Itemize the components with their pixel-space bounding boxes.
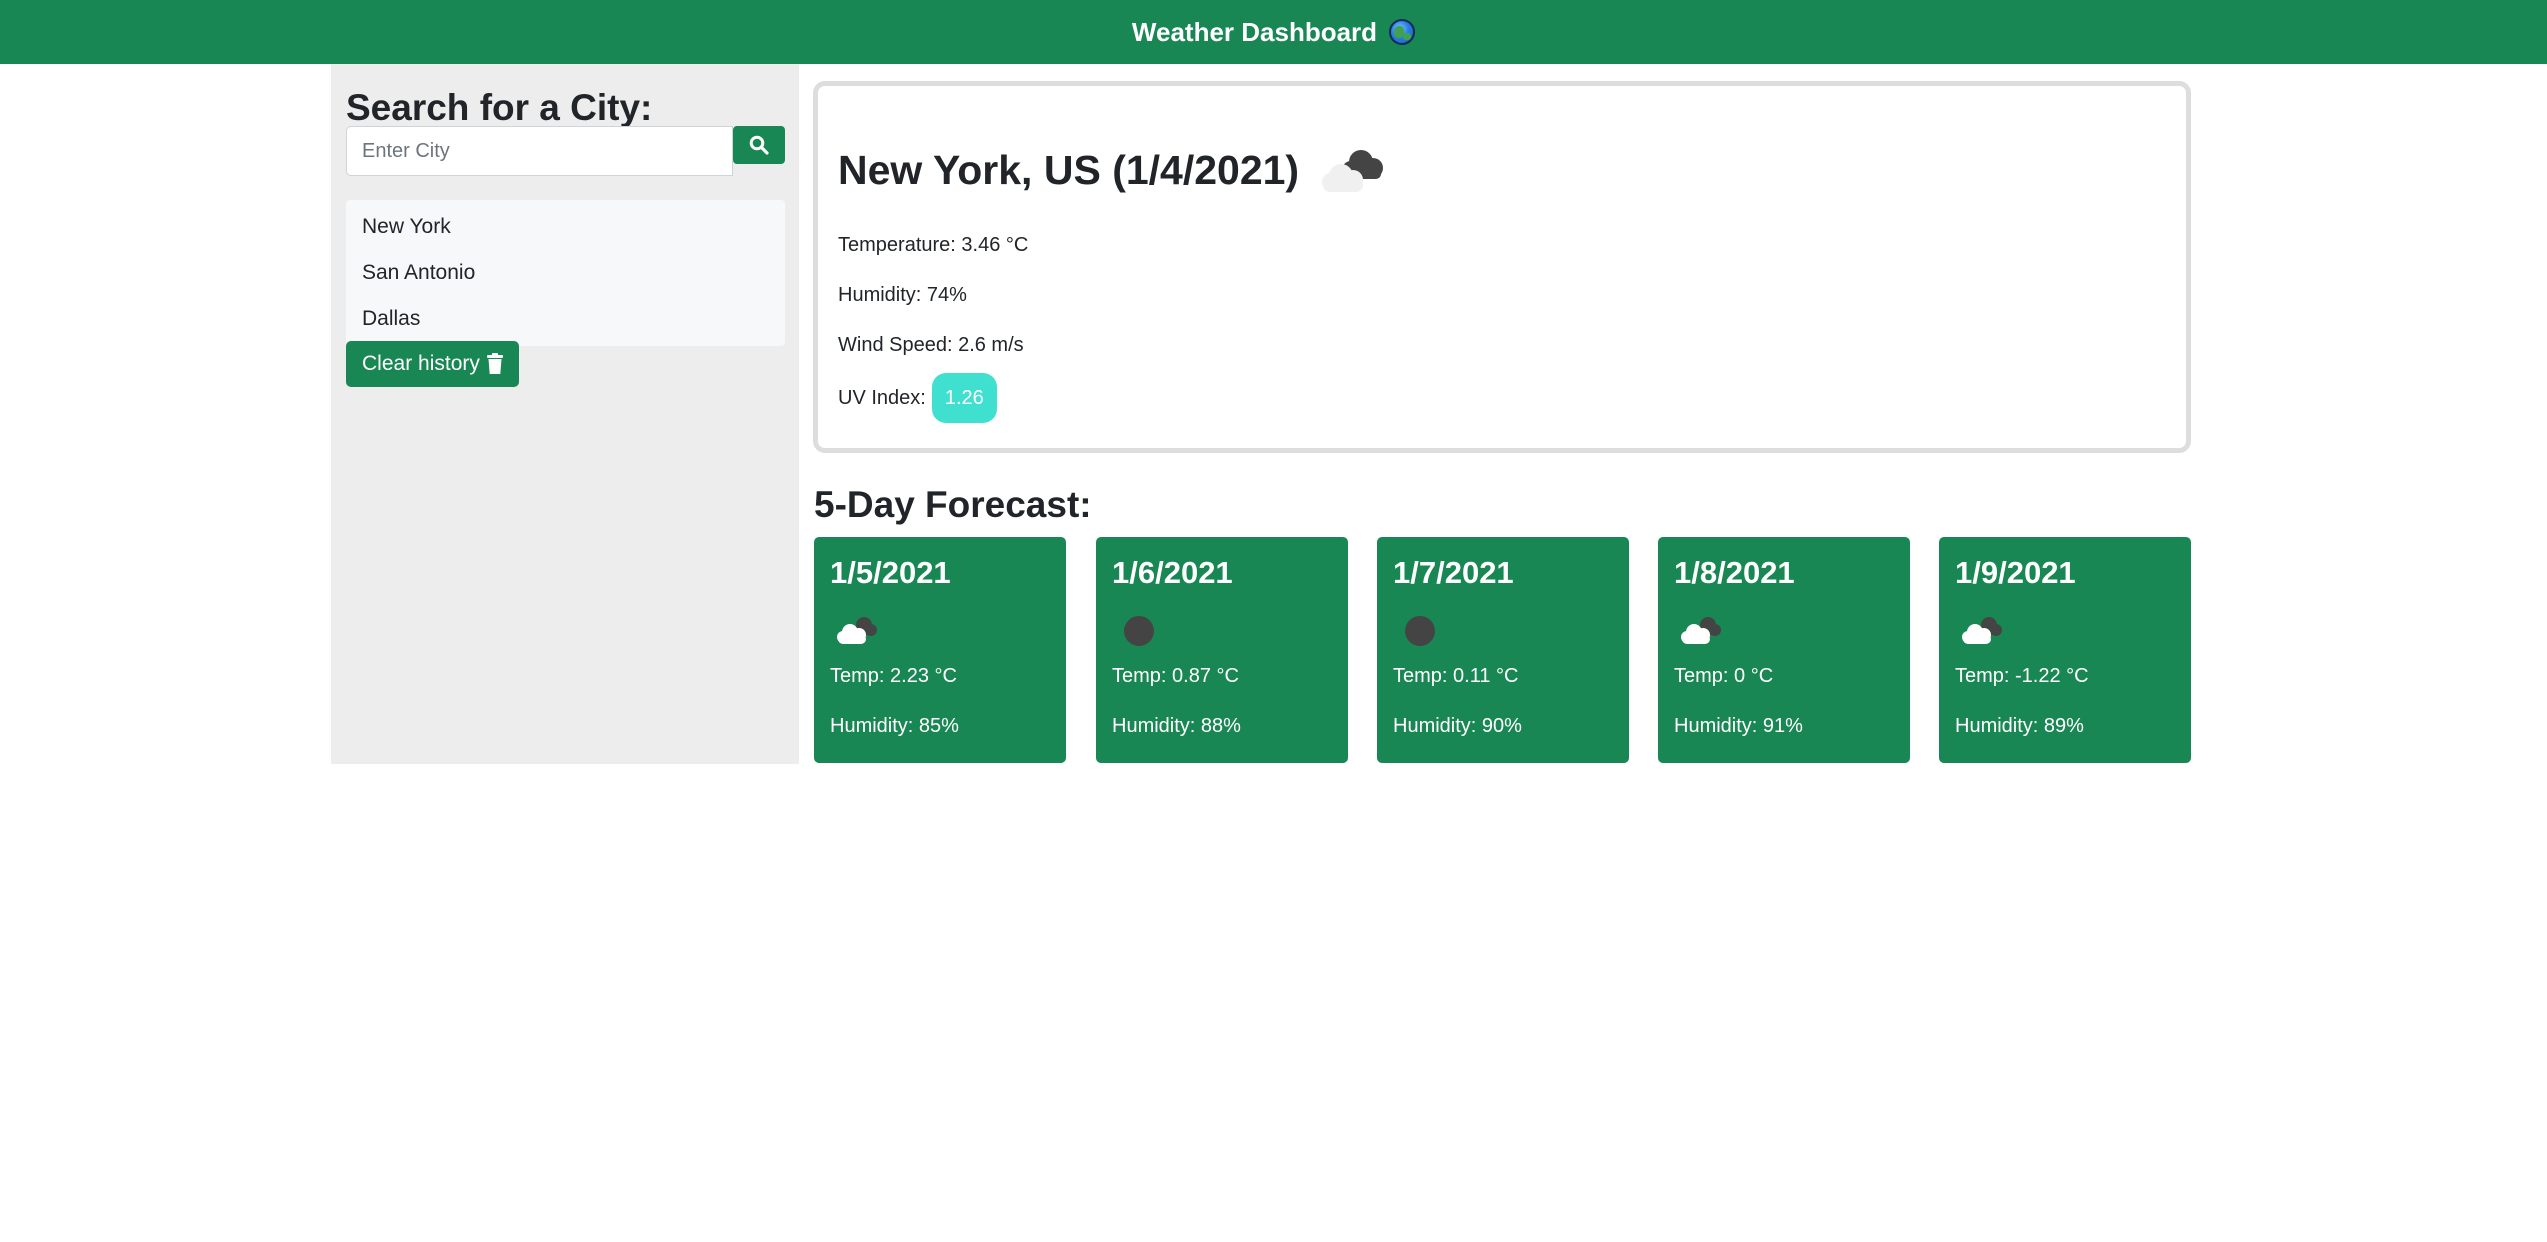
- cloud-icon: [1962, 617, 2002, 644]
- globe-icon: [1389, 19, 1416, 45]
- forecast-date: 1/9/2021: [1955, 555, 2076, 590]
- current-temperature: Temperature: 3.46 °C: [838, 234, 1029, 256]
- uv-index-label: UV Index:: [838, 386, 926, 409]
- forecast-humidity: Humidity: 91%: [1674, 715, 1803, 737]
- current-humidity: Humidity: 74%: [838, 284, 967, 306]
- dark-circle-icon: [1405, 616, 1435, 646]
- forecast-heading: 5-Day Forecast:: [814, 484, 1092, 525]
- search-input[interactable]: [346, 126, 733, 176]
- forecast-temp: Temp: 2.23 °C: [830, 665, 957, 687]
- forecast-date: 1/7/2021: [1393, 555, 1514, 590]
- forecast-temp: Temp: 0.11 °C: [1393, 665, 1519, 687]
- search-heading: Search for a City:: [346, 87, 653, 128]
- history-item-new-york[interactable]: New York: [346, 204, 785, 250]
- forecast-card: 1/9/2021 Temp: -1.22 °C Humidity: 89%: [1939, 537, 2191, 763]
- trash-icon: [486, 353, 503, 374]
- search-history-list: New York San Antonio Dallas: [346, 200, 785, 346]
- clear-history-button[interactable]: Clear history: [346, 341, 519, 387]
- cloud-icon: [1322, 150, 1384, 192]
- current-uv-index: UV Index: 1.26: [838, 373, 997, 423]
- forecast-temp: Temp: -1.22 °C: [1955, 665, 2089, 687]
- search-button[interactable]: [733, 126, 785, 164]
- forecast-humidity: Humidity: 85%: [830, 715, 959, 737]
- current-wind-speed: Wind Speed: 2.6 m/s: [838, 334, 1024, 356]
- current-weather-card: New York, US (1/4/2021) Temperature: 3.4…: [813, 81, 2191, 453]
- sidebar: Search for a City: New York San Antonio …: [331, 64, 799, 764]
- forecast-humidity: Humidity: 90%: [1393, 715, 1522, 737]
- forecast-card: 1/8/2021 Temp: 0 °C Humidity: 91%: [1658, 537, 1910, 763]
- app-title: Weather Dashboard: [1131, 16, 1378, 47]
- cloud-icon: [837, 617, 877, 644]
- navbar: Weather Dashboard: [0, 0, 2547, 64]
- search-form: [346, 126, 785, 176]
- city-date-title: New York, US (1/4/2021): [838, 146, 1300, 193]
- forecast-card: 1/5/2021 Temp: 2.23 °C Humidity: 85%: [814, 537, 1066, 763]
- clear-history-label: Clear history: [362, 352, 480, 375]
- history-item-san-antonio[interactable]: San Antonio: [346, 250, 785, 296]
- forecast-temp: Temp: 0.87 °C: [1112, 665, 1239, 687]
- forecast-date: 1/6/2021: [1112, 555, 1233, 590]
- forecast-humidity: Humidity: 88%: [1112, 715, 1241, 737]
- forecast-humidity: Humidity: 89%: [1955, 715, 2084, 737]
- uv-index-badge: 1.26: [931, 373, 997, 423]
- search-icon: [749, 135, 769, 155]
- dark-circle-icon: [1124, 616, 1154, 646]
- forecast-date: 1/5/2021: [830, 555, 951, 590]
- forecast-card: 1/7/2021 Temp: 0.11 °C Humidity: 90%: [1377, 537, 1629, 763]
- cloud-icon: [1681, 617, 1721, 644]
- forecast-card: 1/6/2021 Temp: 0.87 °C Humidity: 88%: [1096, 537, 1348, 763]
- history-item-dallas[interactable]: Dallas: [346, 296, 785, 342]
- current-weather-title: New York, US (1/4/2021): [838, 144, 1391, 196]
- forecast-date: 1/8/2021: [1674, 555, 1795, 590]
- forecast-temp: Temp: 0 °C: [1674, 665, 1774, 687]
